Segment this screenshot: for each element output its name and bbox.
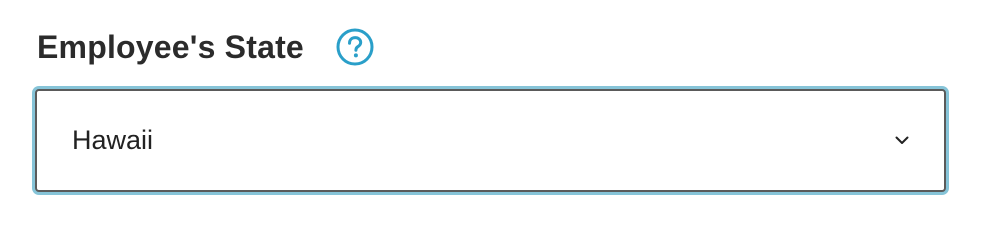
- field-label-row: Employee's State: [37, 22, 375, 72]
- state-select[interactable]: Hawaii: [35, 89, 946, 192]
- selected-state-value: Hawaii: [72, 125, 154, 155]
- field-label: Employee's State: [37, 28, 304, 65]
- chevron-down-icon: [894, 135, 910, 147]
- question-circle-icon[interactable]: [335, 27, 375, 67]
